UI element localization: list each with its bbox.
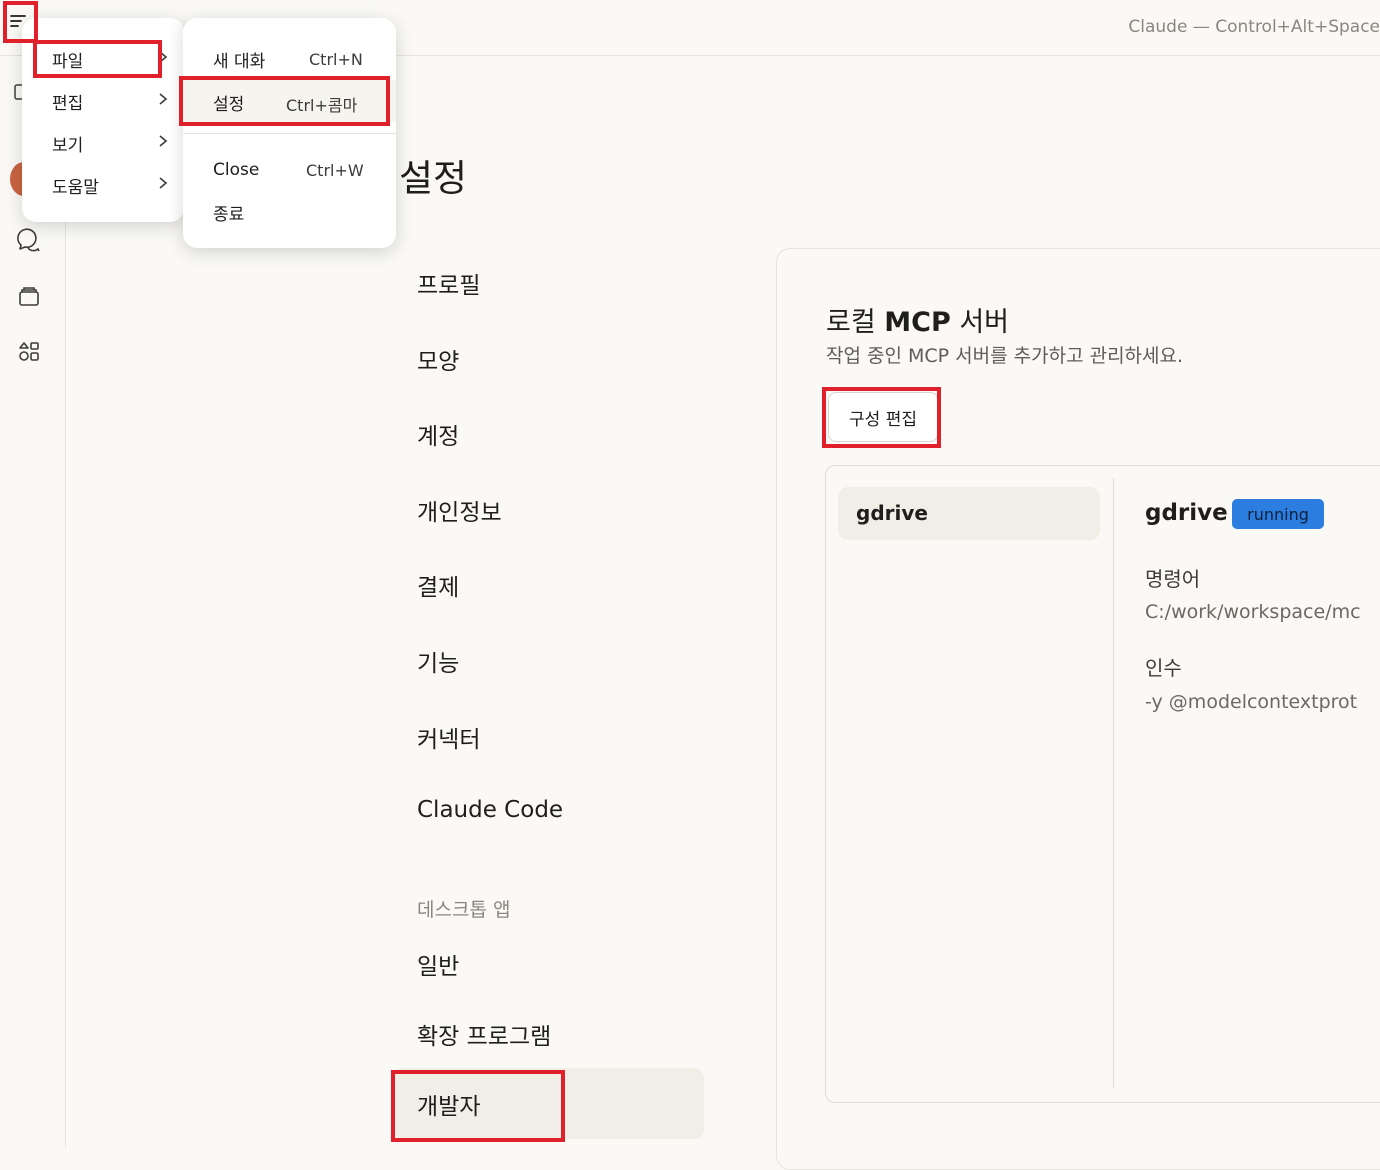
args-value: -y @modelcontextprot [1145, 691, 1358, 713]
chevron-right-icon [159, 51, 168, 63]
shortcut-new-chat: Ctrl+N [309, 50, 363, 69]
chevron-right-icon [159, 93, 168, 105]
server-detail-name: gdrive [1145, 500, 1228, 526]
menu-item-file[interactable]: 파일 [52, 47, 83, 72]
page-title: 설정 [399, 157, 468, 200]
artifacts-icon[interactable] [14, 337, 44, 367]
mcp-server-box [825, 465, 1380, 1103]
submenu-item-settings[interactable]: 설정 [213, 90, 244, 115]
mcp-section-title: 로컬 MCP 서버 [826, 300, 1009, 339]
menu-item-view[interactable]: 보기 [52, 131, 83, 156]
menu-item-help[interactable]: 도움말 [52, 173, 99, 198]
mcp-title-bold: MCP [884, 307, 951, 338]
command-label: 명령어 [1145, 567, 1201, 591]
chevron-right-icon [159, 177, 168, 189]
command-value: C:/work/workspace/mc [1145, 601, 1361, 623]
edit-config-button[interactable]: 구성 편집 [828, 392, 938, 442]
shortcut-settings: Ctrl+콤마 [286, 96, 358, 115]
projects-icon[interactable] [14, 281, 44, 311]
submenu-separator [183, 133, 396, 134]
submenu-item-quit[interactable]: 종료 [213, 200, 244, 225]
divider [1113, 478, 1114, 1088]
menu-item-edit[interactable]: 편집 [52, 89, 83, 114]
submenu-item-close[interactable]: Close [213, 160, 259, 180]
nav-developer[interactable]: 개발자 [417, 1087, 480, 1121]
nav-billing[interactable]: 결제 [417, 568, 459, 602]
args-label: 인수 [1145, 656, 1182, 680]
chevron-right-icon [159, 135, 168, 147]
mcp-title-suffix: 서버 [950, 307, 1010, 338]
nav-account[interactable]: 계정 [417, 417, 459, 451]
nav-claude-code[interactable]: Claude Code [417, 797, 563, 823]
chats-icon[interactable] [14, 225, 44, 255]
app-menu: 파일 편집 보기 도움말 [22, 18, 184, 222]
shortcut-close: Ctrl+W [306, 161, 364, 180]
mcp-title-prefix: 로컬 [826, 307, 885, 338]
nav-features[interactable]: 기능 [417, 644, 459, 678]
nav-extensions[interactable]: 확장 프로그램 [417, 1017, 551, 1051]
nav-appearance[interactable]: 모양 [417, 342, 459, 376]
nav-connectors[interactable]: 커넥터 [417, 720, 480, 754]
nav-privacy[interactable]: 개인정보 [417, 493, 502, 527]
nav-profile[interactable]: 프로필 [417, 266, 480, 300]
desktop-app-section-label: 데스크톱 앱 [417, 899, 511, 921]
window-title: Claude — Control+Alt+Space [1128, 17, 1380, 37]
server-list-item-label: gdrive [856, 501, 928, 525]
submenu-item-new-chat[interactable]: 새 대화 [213, 47, 265, 72]
mcp-section-description: 작업 중인 MCP 서버를 추가하고 관리하세요. [826, 345, 1184, 367]
nav-general[interactable]: 일반 [417, 947, 459, 981]
status-badge: running [1232, 499, 1324, 529]
